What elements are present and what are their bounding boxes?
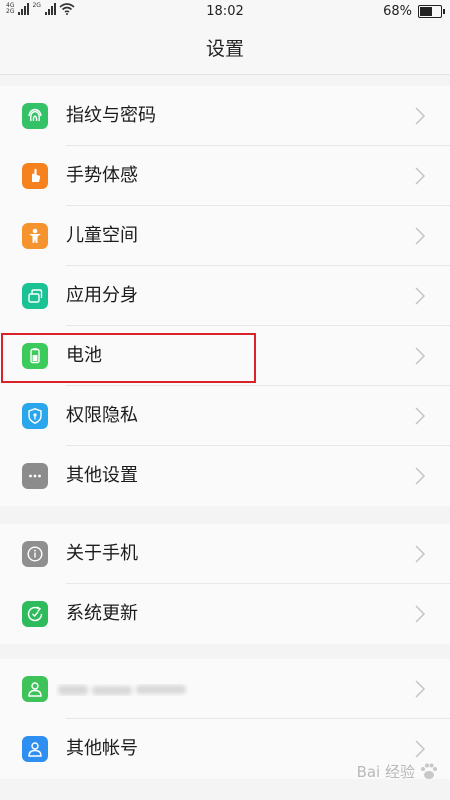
gesture-icon xyxy=(22,163,48,189)
user-icon xyxy=(22,736,48,762)
battery-percent: 68% xyxy=(383,4,412,19)
settings-item-label: 权限隐私 xyxy=(66,405,138,426)
chevron-right-icon xyxy=(415,467,426,485)
watermark: Bai 经验 xyxy=(357,760,440,782)
user-icon xyxy=(22,676,48,702)
settings-item-privacy[interactable]: 权限隐私 xyxy=(0,386,450,446)
battery-status-icon xyxy=(418,5,445,18)
clone-icon xyxy=(22,283,48,309)
info-icon xyxy=(22,541,48,567)
chevron-right-icon xyxy=(415,347,426,365)
highlight-box xyxy=(1,333,256,383)
settings-item-fingerprint-password[interactable]: 指纹与密码 xyxy=(0,86,450,146)
settings-group-1: 指纹与密码 手势体感 儿童空间 应用分身 电池 权限隐私 其他设置 xyxy=(0,86,450,506)
shield-icon xyxy=(22,403,48,429)
chevron-right-icon xyxy=(415,287,426,305)
chevron-right-icon xyxy=(415,107,426,125)
settings-item-label: 其他帐号 xyxy=(66,738,138,759)
child-icon xyxy=(22,223,48,249)
paw-logo-icon xyxy=(421,763,437,779)
chevron-right-icon xyxy=(415,680,426,698)
settings-item-label: 其他设置 xyxy=(66,465,138,486)
settings-item-system-update[interactable]: 系统更新 xyxy=(0,584,450,644)
redacted-account-name xyxy=(58,685,186,695)
settings-item-label: 手势体感 xyxy=(66,165,138,186)
update-icon xyxy=(22,601,48,627)
settings-item-app-clone[interactable]: 应用分身 xyxy=(0,266,450,326)
battery-status: 68% xyxy=(383,4,445,19)
settings-item-other-settings[interactable]: 其他设置 xyxy=(0,446,450,506)
chevron-right-icon xyxy=(415,545,426,563)
more-icon xyxy=(22,463,48,489)
settings-item-label: 儿童空间 xyxy=(66,225,138,246)
settings-item-gestures[interactable]: 手势体感 xyxy=(0,146,450,206)
settings-item-label: 关于手机 xyxy=(66,543,138,564)
page-title: 设置 xyxy=(0,24,450,75)
chevron-right-icon xyxy=(415,740,426,758)
settings-group-2: 关于手机 系统更新 xyxy=(0,524,450,644)
settings-item-label: 指纹与密码 xyxy=(66,105,156,126)
settings-item-label: 应用分身 xyxy=(66,285,138,306)
chevron-right-icon xyxy=(415,167,426,185)
chevron-right-icon xyxy=(415,227,426,245)
status-bar: 4G 2G 2G 18:02 68% xyxy=(0,0,450,24)
chevron-right-icon xyxy=(415,605,426,623)
watermark-text: Bai 经验 xyxy=(356,762,415,781)
settings-item-label: 系统更新 xyxy=(66,603,138,624)
settings-item-kids-space[interactable]: 儿童空间 xyxy=(0,206,450,266)
chevron-right-icon xyxy=(415,407,426,425)
fingerprint-icon xyxy=(22,103,48,129)
settings-item-about-phone[interactable]: 关于手机 xyxy=(0,524,450,584)
